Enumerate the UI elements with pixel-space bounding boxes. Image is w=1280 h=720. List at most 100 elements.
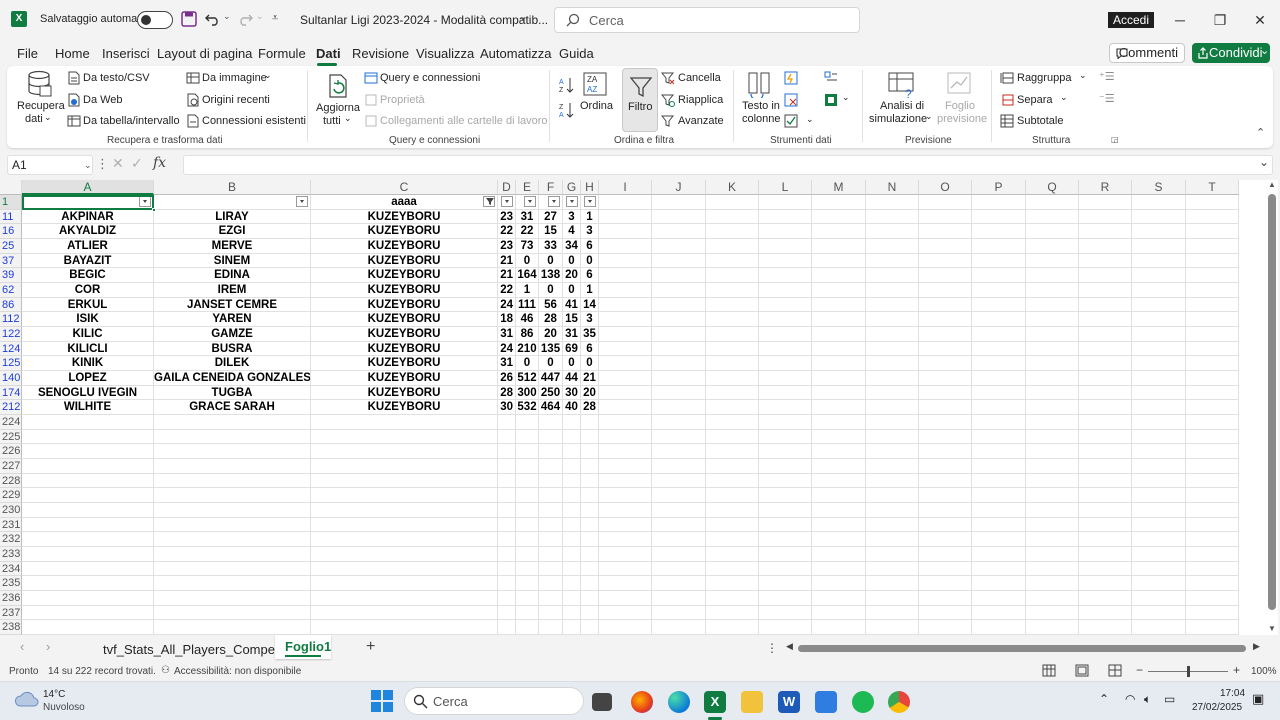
cell-o[interactable] — [919, 400, 972, 415]
cell-r[interactable] — [1079, 254, 1132, 268]
cell-m[interactable] — [812, 400, 866, 415]
cell-s[interactable] — [1132, 503, 1186, 518]
cell-i[interactable] — [599, 591, 652, 606]
tab-file[interactable]: File — [17, 46, 38, 61]
cell-f[interactable]: 56 — [539, 298, 563, 312]
column-filter-button[interactable] — [548, 196, 560, 207]
cell-f[interactable]: 447 — [539, 371, 563, 386]
cell-a[interactable] — [22, 591, 154, 606]
cell-p[interactable] — [972, 459, 1026, 474]
cell-m[interactable] — [812, 312, 866, 327]
cell-s[interactable] — [1132, 488, 1186, 503]
cell-c[interactable] — [311, 532, 498, 547]
cell-a[interactable] — [22, 488, 154, 503]
customize-qat-icon[interactable]: ⩡ — [272, 12, 278, 25]
cell-s[interactable] — [1132, 415, 1186, 430]
name-box[interactable]: A1 ⌄ — [7, 155, 93, 175]
cell-l[interactable] — [759, 298, 812, 312]
row-header[interactable]: 1 — [0, 195, 22, 210]
horizontal-scroll-thumb[interactable] — [798, 645, 1246, 652]
column-filter-button[interactable] — [524, 196, 536, 207]
cell-o[interactable] — [919, 518, 972, 532]
cell-n[interactable] — [866, 430, 919, 444]
da-tabella-button[interactable]: Da tabella/intervallo — [83, 115, 180, 127]
cell-b[interactable]: JANSET CEMRE — [154, 298, 311, 312]
cell-p[interactable] — [972, 532, 1026, 547]
cell-c[interactable] — [311, 459, 498, 474]
ordina-button[interactable]: Ordina — [580, 100, 613, 112]
cell-c[interactable] — [311, 562, 498, 576]
cell-j[interactable] — [652, 459, 706, 474]
zoom-in-icon[interactable]: + — [1233, 663, 1240, 677]
cell-j[interactable] — [652, 547, 706, 562]
cell-t[interactable] — [1186, 239, 1239, 254]
cell-a[interactable] — [22, 474, 154, 488]
cell-m[interactable] — [812, 474, 866, 488]
cell-t[interactable] — [1186, 386, 1239, 400]
cell-b[interactable] — [154, 459, 311, 474]
aggiorna-label-1[interactable]: Aggiorna — [316, 102, 360, 114]
cell-h[interactable] — [581, 576, 599, 591]
cell-k[interactable] — [706, 400, 759, 415]
cell-s[interactable] — [1132, 342, 1186, 356]
cell-r[interactable] — [1079, 459, 1132, 474]
cell-k[interactable] — [706, 224, 759, 239]
cell-o[interactable] — [919, 620, 972, 635]
cell-t[interactable] — [1186, 400, 1239, 415]
cell-i[interactable] — [599, 239, 652, 254]
collapse-ribbon-icon[interactable]: ⌃ — [1256, 126, 1265, 139]
cell-n[interactable] — [866, 620, 919, 635]
cell-o[interactable] — [919, 283, 972, 298]
cell-g[interactable]: 0 — [563, 254, 581, 268]
cell-d[interactable]: 22 — [498, 224, 516, 239]
cell-g[interactable] — [563, 620, 581, 635]
recupera-label-1[interactable]: Recupera — [17, 100, 65, 112]
cell-g[interactable] — [563, 474, 581, 488]
cell-p[interactable] — [972, 518, 1026, 532]
cell-j[interactable] — [652, 298, 706, 312]
cell-g[interactable] — [563, 532, 581, 547]
cell-b[interactable]: SINEM — [154, 254, 311, 268]
cell-p[interactable] — [972, 576, 1026, 591]
cell-c[interactable]: aaaa — [311, 195, 498, 210]
cell-h[interactable]: 6 — [581, 239, 599, 254]
cell-l[interactable] — [759, 356, 812, 371]
cell-l[interactable] — [759, 518, 812, 532]
cell-o[interactable] — [919, 562, 972, 576]
cell-l[interactable] — [759, 459, 812, 474]
cell-j[interactable] — [652, 268, 706, 283]
cell-t[interactable] — [1186, 312, 1239, 327]
cell-a[interactable]: LOPEZ — [22, 371, 154, 386]
cell-b[interactable] — [154, 474, 311, 488]
zoom-slider-thumb[interactable] — [1187, 666, 1190, 677]
cell-o[interactable] — [919, 210, 972, 224]
chrome-icon[interactable] — [888, 691, 910, 713]
cell-s[interactable] — [1132, 532, 1186, 547]
cell-c[interactable] — [311, 591, 498, 606]
cell-s[interactable] — [1132, 254, 1186, 268]
cell-r[interactable] — [1079, 620, 1132, 635]
cell-n[interactable] — [866, 195, 919, 210]
cell-p[interactable] — [972, 342, 1026, 356]
cell-i[interactable] — [599, 606, 652, 620]
cell-f[interactable] — [539, 518, 563, 532]
cell-m[interactable] — [812, 430, 866, 444]
cell-i[interactable] — [599, 620, 652, 635]
cancel-entry-icon[interactable]: ✕ — [112, 155, 124, 172]
cell-e[interactable]: 0 — [516, 356, 539, 371]
cell-t[interactable] — [1186, 356, 1239, 371]
cell-d[interactable]: 22 — [498, 283, 516, 298]
cell-c[interactable]: KUZEYBORU — [311, 400, 498, 415]
cell-d[interactable] — [498, 606, 516, 620]
cell-a[interactable]: WILHITE — [22, 400, 154, 415]
origini-recenti-button[interactable]: Origini recenti — [202, 94, 270, 106]
cell-h[interactable] — [581, 474, 599, 488]
cell-g[interactable] — [563, 518, 581, 532]
cell-e[interactable] — [516, 518, 539, 532]
cell-c[interactable]: KUZEYBORU — [311, 224, 498, 239]
cell-m[interactable] — [812, 591, 866, 606]
cell-f[interactable]: 28 — [539, 312, 563, 327]
cell-i[interactable] — [599, 268, 652, 283]
cell-m[interactable] — [812, 415, 866, 430]
cell-k[interactable] — [706, 342, 759, 356]
